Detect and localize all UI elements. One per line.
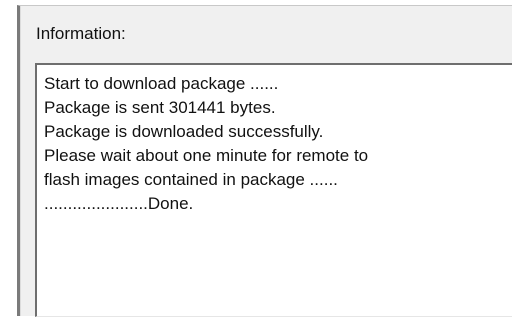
log-line: flash images contained in package ...... — [44, 170, 338, 189]
log-line: ......................Done. — [44, 194, 194, 213]
log-line: Start to download package ...... — [44, 74, 279, 93]
log-line: Please wait about one minute for remote … — [44, 146, 369, 165]
log-lines: Start to download package ...... Package… — [44, 72, 368, 216]
information-log-textbox[interactable]: Start to download package ...... Package… — [35, 63, 512, 317]
information-label: Information: — [36, 24, 126, 43]
log-line: Package is downloaded successfully. — [44, 122, 324, 141]
information-group: Information: Start to download package .… — [17, 5, 512, 317]
log-line: Package is sent 301441 bytes. — [44, 98, 276, 117]
dialog-frame: Information: Start to download package .… — [0, 0, 512, 317]
